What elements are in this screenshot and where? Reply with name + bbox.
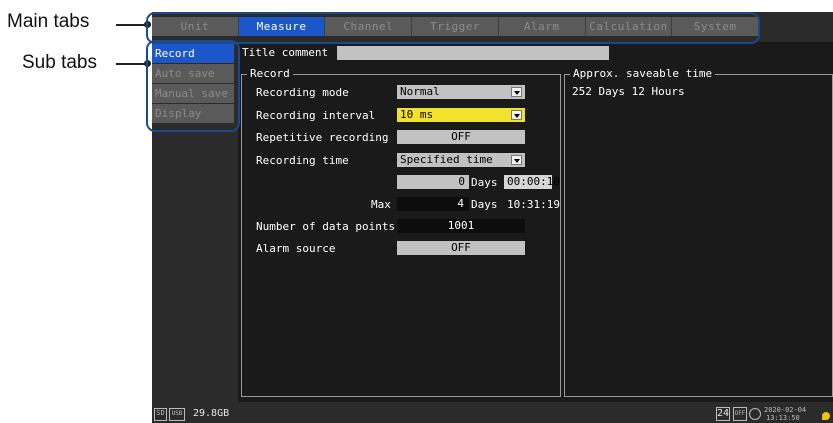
status-time: 13:13:50 [766,414,800,422]
repetitive-recording-label: Repetitive recording [256,131,389,144]
max-label: Max [371,198,391,211]
recording-mode-value: Normal [400,85,440,98]
off-indicator-icon: OFF [733,407,747,421]
recording-days-input[interactable]: 0 [397,175,469,189]
recording-time-value: Specified time [400,153,493,166]
sub-tabs-highlight-box [146,40,240,132]
globe-icon [749,408,761,420]
title-comment-label: Title comment [242,46,329,59]
chevron-down-icon [511,110,522,120]
repetitive-recording-toggle[interactable]: OFF [397,130,525,144]
sub-tabs-annotation-line [116,63,146,65]
device-screen: Unit Measure Channel Trigger Alarm Calcu… [152,12,833,423]
main-tabs-annotation-line [116,24,146,26]
storage-free-space: 29.8GB [193,408,230,419]
recording-time-input[interactable]: 00:00:10 [504,175,560,189]
max-days-unit: Days [471,198,498,211]
recording-time-input-value: 00:00:10 [507,175,560,188]
title-comment-input[interactable] [337,46,609,60]
alarm-source-label: Alarm source [256,242,336,255]
data-points-label: Number of data points [256,220,396,233]
status-date: 2020-02-04 [764,406,807,414]
recording-interval-label: Recording interval [256,109,376,122]
recording-mode-label: Recording mode [256,86,349,99]
usb-storage-icon: USB [169,408,185,421]
saveable-time-group: Approx. saveable time [564,67,833,397]
status-bar: SD USB 29.8GB 24 OFF 2020-02-04 13:13:50 [152,405,833,423]
main-tabs-annotation-label: Main tabs [7,11,90,32]
recording-mode-select[interactable]: Normal [397,85,525,99]
recording-time-label: Recording time [256,154,349,167]
chevron-down-icon [511,155,522,165]
saveable-time-value: 252 Days 12 Hours [572,85,685,98]
marker-icon [822,412,830,420]
recording-interval-select[interactable]: 10 ms [397,108,525,122]
saveable-time-title: Approx. saveable time [570,67,716,81]
sd-card-icon: SD [154,408,167,421]
settings-panel: Title comment Record Recording mode Norm… [238,42,833,402]
count-badge: 24 [716,407,730,421]
recording-days-unit: Days [471,176,498,189]
data-points-value: 1001 [397,219,525,233]
max-time-value: 10:31:19 [507,198,560,211]
record-group-title: Record [247,67,293,81]
max-days-value: 4 [397,197,469,211]
recording-time-select[interactable]: Specified time [397,153,525,167]
sub-tabs-annotation-label: Sub tabs [22,52,97,73]
main-tabs-highlight-box [146,12,760,44]
chevron-down-icon [511,87,522,97]
alarm-source-toggle[interactable]: OFF [397,241,525,255]
recording-interval-value: 10 ms [400,108,434,121]
